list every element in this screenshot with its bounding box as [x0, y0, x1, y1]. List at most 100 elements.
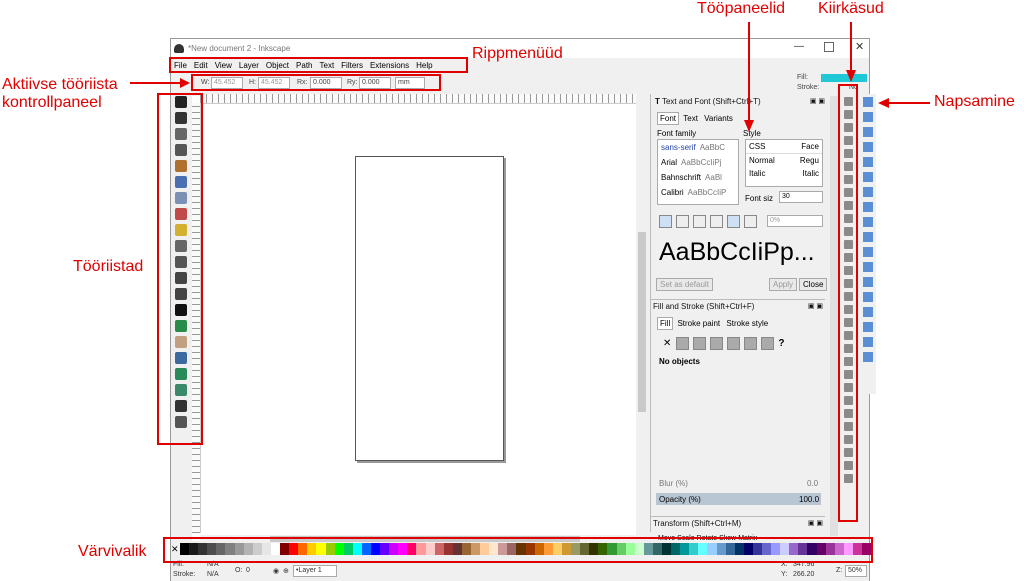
horizontal-text-icon[interactable] [727, 215, 740, 228]
set-as-default-button[interactable]: Set as default [656, 278, 713, 291]
snap-toggle[interactable] [863, 352, 873, 362]
tab-stroke-style[interactable]: Stroke style [724, 318, 770, 329]
tab-text[interactable]: Text [681, 113, 700, 124]
napsamine-arrow [888, 102, 930, 104]
tool-controls-highlight-box [191, 74, 441, 91]
status-stroke-value: N/A [207, 571, 219, 578]
font-size-field[interactable]: 30 [779, 191, 823, 203]
zoom-label: Z: [836, 567, 843, 574]
transform-title-text: Transform (Shift+Ctrl+M) [653, 519, 742, 528]
snap-toggle[interactable] [863, 187, 873, 197]
layer-select[interactable]: •Layer 1 [293, 565, 337, 577]
swatch-icon[interactable] [761, 337, 775, 350]
layer-lock-icon[interactable]: ⊕ [283, 567, 289, 575]
snap-toggle[interactable] [863, 97, 873, 107]
snap-toggle[interactable] [863, 202, 873, 212]
align-left-icon[interactable] [659, 215, 672, 228]
font-family-sample: AaBbCcIiPj [681, 158, 722, 167]
toopaneelid-arrowhead [744, 120, 754, 132]
kiirkasud-arrow [850, 22, 852, 72]
fill-stroke-panel-title[interactable]: Fill and Stroke (Shift+Ctrl+F) ▣ ▣ [651, 299, 825, 313]
align-right-icon[interactable] [693, 215, 706, 228]
font-family-list[interactable]: sans-serif AaBbC Arial AaBbCcIiPj Bahnschrif… [657, 139, 739, 205]
snap-toggle[interactable] [863, 157, 873, 167]
close-window-button[interactable]: ✕ [855, 40, 864, 53]
snap-toggle[interactable] [863, 217, 873, 227]
layer-visibility-icon[interactable]: ◉ [273, 567, 279, 575]
font-family-name: sans-serif [661, 143, 696, 152]
minimize-button[interactable]: — [794, 41, 804, 52]
tab-font[interactable]: Font [657, 112, 680, 125]
opacity-label: Opacity (%) [659, 495, 701, 504]
font-family-name: Bahnschrift [661, 173, 702, 182]
tab-fill[interactable]: Fill [657, 317, 674, 330]
spacing-field[interactable]: 0% [767, 215, 823, 227]
commands-highlight-box [838, 84, 858, 522]
tab-stroke-paint[interactable]: Stroke paint [675, 318, 722, 329]
font-family-item[interactable]: Bahnschrift AaBl [658, 170, 738, 185]
font-family-item[interactable]: Arial AaBbCcIiPj [658, 155, 738, 170]
no-paint-icon[interactable]: ✕ [663, 338, 671, 349]
alignment-buttons [659, 215, 761, 228]
dock-scrollbar[interactable] [830, 96, 838, 536]
fill-stroke-tabs: Fill Stroke paint Stroke style [657, 317, 770, 330]
text-font-tabs: Font Text Variants [657, 112, 735, 125]
align-justify-icon[interactable] [710, 215, 723, 228]
snap-toggle[interactable] [863, 292, 873, 302]
panel-close-icon[interactable]: ▣ ▣ [810, 97, 825, 105]
mesh-gradient-icon[interactable] [727, 337, 741, 350]
close-button[interactable]: Close [799, 278, 828, 291]
document-page[interactable] [355, 156, 504, 461]
status-opacity-value[interactable]: 0 [246, 567, 250, 574]
snap-toggle[interactable] [863, 127, 873, 137]
snap-toggle[interactable] [863, 112, 873, 122]
transform-panel-title[interactable]: Transform (Shift+Ctrl+M) ▣ ▣ [651, 516, 825, 530]
menu-highlight-box [169, 57, 468, 73]
font-family-item[interactable]: sans-serif AaBbC [658, 140, 738, 155]
style-item[interactable]: Normal Regu [746, 154, 822, 167]
align-center-icon[interactable] [676, 215, 689, 228]
style-list[interactable]: CSS Face Normal Regu Italic Italic [745, 139, 823, 187]
snap-toggle[interactable] [863, 232, 873, 242]
snap-toggle[interactable] [863, 322, 873, 332]
pattern-icon[interactable] [744, 337, 758, 350]
panel-close-icon[interactable]: ▣ ▣ [808, 302, 823, 310]
style-cell: Italic [749, 169, 766, 178]
zoom-field[interactable]: 50% [845, 565, 867, 577]
snap-toggle[interactable] [863, 172, 873, 182]
fill-indicator-swatch[interactable] [821, 74, 867, 82]
horizontal-ruler [200, 94, 637, 104]
no-objects-status: No objects [659, 357, 700, 366]
snap-toggle[interactable] [863, 277, 873, 287]
dock-panels: T Text and Font (Shift+Ctrl+T) ▣ ▣ Font … [650, 94, 829, 532]
annotation-palette: Värvivalik [78, 543, 147, 560]
opacity-value[interactable]: 100.0 [799, 495, 819, 504]
linear-gradient-icon[interactable] [693, 337, 707, 350]
annotation-napsamine: Napsamine [934, 93, 1015, 110]
vertical-text-icon[interactable] [744, 215, 757, 228]
radial-gradient-icon[interactable] [710, 337, 724, 350]
font-family-sample: AaBbCcIiP [687, 188, 727, 197]
vertical-scrollbar-thumb[interactable] [638, 232, 646, 412]
snap-toggle[interactable] [863, 337, 873, 347]
snap-toggle[interactable] [863, 307, 873, 317]
annotation-kiirkasud: Kiirkäsud [818, 0, 884, 17]
style-item[interactable]: Italic Italic [746, 167, 822, 180]
flat-color-icon[interactable] [676, 337, 690, 350]
window-title: *New document 2 - Inkscape [188, 44, 291, 53]
panel-close-icon[interactable]: ▣ ▣ [808, 519, 823, 527]
tab-variants[interactable]: Variants [702, 113, 735, 124]
apply-button[interactable]: Apply [769, 278, 798, 291]
maximize-button[interactable] [824, 42, 834, 52]
font-family-item[interactable]: Calibri AaBbCcIiP [658, 185, 738, 200]
napsamine-arrowhead [878, 98, 889, 108]
snap-toggle[interactable] [863, 247, 873, 257]
stroke-indicator-label: Stroke: [797, 84, 820, 91]
unset-paint-icon[interactable]: ? [778, 338, 784, 349]
snap-toggle[interactable] [863, 262, 873, 272]
snap-toggle[interactable] [863, 142, 873, 152]
font-preview: AaBbCcIiPp... [659, 238, 815, 266]
blur-value[interactable]: 0.0 [807, 479, 818, 488]
text-font-panel-title[interactable]: T Text and Font (Shift+Ctrl+T) ▣ ▣ [653, 95, 827, 108]
cursor-y-label: Y: [781, 571, 788, 578]
